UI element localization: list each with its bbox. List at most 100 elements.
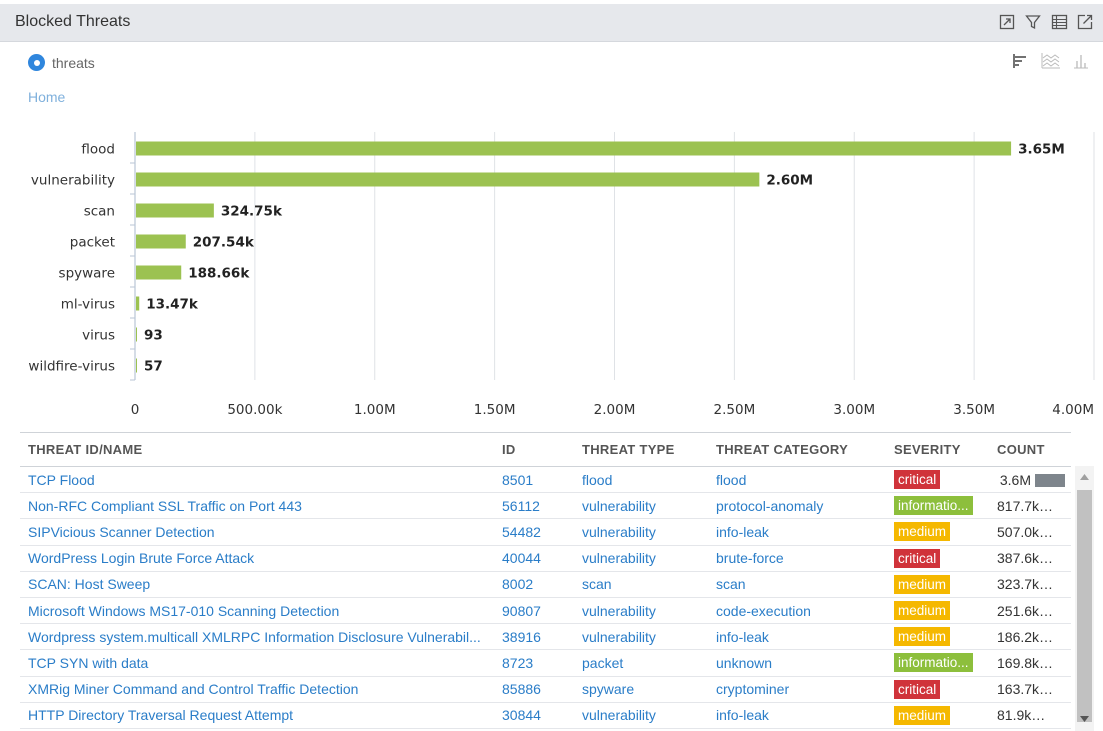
- row-count: 323.7k: [997, 571, 1071, 598]
- value-label: 324.75k: [221, 204, 283, 220]
- severity-badge: medium: [894, 705, 951, 725]
- row-severity: critical: [886, 676, 997, 703]
- value-label: 188.66k: [188, 266, 250, 282]
- row-severity: medium: [886, 518, 997, 546]
- row-name[interactable]: HTTP Directory Traversal Request Attempt: [20, 702, 494, 729]
- bar-wildfire-virus: [136, 358, 137, 373]
- table-row[interactable]: Wordpress system.multicall XMLRPC Inform…: [20, 623, 1071, 651]
- row-category: protocol-anomaly: [708, 492, 886, 520]
- column-chart-icon[interactable]: [1071, 50, 1091, 72]
- severity-badge: critical: [894, 679, 941, 699]
- category-label: flood: [81, 142, 115, 158]
- panel-toolbar: [997, 12, 1095, 32]
- row-id: 8501: [494, 466, 574, 494]
- row-category: scan: [708, 571, 886, 598]
- row-id: 8002: [494, 571, 574, 598]
- row-type: vulnerability: [574, 597, 708, 625]
- row-name[interactable]: Non-RFC Compliant SSL Traffic on Port 44…: [20, 492, 494, 520]
- x-tick-label: 2.00M: [594, 402, 636, 418]
- count-value: 81.9k: [997, 707, 1032, 724]
- row-severity: critical: [886, 545, 997, 572]
- table-row[interactable]: TCP SYN with data 8723 packet unknown inform…: [20, 649, 1071, 677]
- category-label: ml-virus: [61, 297, 115, 313]
- row-severity: medium: [886, 571, 997, 598]
- row-type: spyware: [574, 676, 708, 703]
- category-label: spyware: [59, 266, 115, 282]
- row-category: info-leak: [708, 623, 886, 651]
- table-row[interactable]: WordPress Login Brute Force Attack 40044 v…: [20, 545, 1071, 572]
- expand-icon[interactable]: [997, 12, 1017, 32]
- count-value: 507.0k: [997, 523, 1040, 540]
- row-type: scan: [574, 571, 708, 598]
- severity-badge: critical: [894, 548, 941, 568]
- count-value: 251.6k: [997, 602, 1040, 619]
- row-category: flood: [708, 466, 886, 494]
- row-name[interactable]: XMRig Miner Command and Control Traffic …: [20, 676, 494, 703]
- row-id: 54482: [494, 518, 574, 546]
- table-row[interactable]: SIPVicious Scanner Detection 54482 vulnera…: [20, 518, 1071, 546]
- bar-ml-virus: [136, 296, 140, 311]
- category-label: virus: [82, 328, 115, 344]
- legend-label: threats: [52, 54, 95, 71]
- row-type: vulnerability: [574, 702, 708, 729]
- row-count: 387.6k: [997, 545, 1071, 572]
- value-label: 207.54k: [193, 235, 255, 251]
- bar-chart-horizontal-icon[interactable]: [1011, 50, 1031, 72]
- scrollbar-thumb[interactable]: [1077, 490, 1092, 722]
- row-name[interactable]: WordPress Login Brute Force Attack: [20, 545, 494, 572]
- x-tick-label: 4.00M: [1052, 402, 1094, 418]
- row-name[interactable]: TCP SYN with data: [20, 649, 494, 677]
- row-id: 38916: [494, 623, 574, 651]
- table-header-row: THREAT ID/NAME ID THREAT TYPE THREAT CAT…: [20, 432, 1071, 467]
- legend-radio-icon[interactable]: [28, 54, 45, 71]
- col-header-type[interactable]: THREAT TYPE: [574, 432, 708, 467]
- value-label: 2.60M: [766, 173, 813, 189]
- row-id: 85886: [494, 676, 574, 703]
- scroll-up-icon[interactable]: [1075, 468, 1094, 486]
- table-row[interactable]: HTTP Directory Traversal Request Attempt…: [20, 702, 1071, 729]
- row-type: vulnerability: [574, 518, 708, 546]
- row-type: vulnerability: [574, 623, 708, 651]
- table-row[interactable]: TCP Flood 8501 flood flood critical 3.6M: [20, 466, 1071, 494]
- row-name[interactable]: SIPVicious Scanner Detection: [20, 518, 494, 546]
- col-header-severity[interactable]: SEVERITY: [886, 432, 997, 467]
- filter-icon[interactable]: [1023, 12, 1043, 32]
- severity-badge: medium: [894, 601, 951, 621]
- row-category: unknown: [708, 649, 886, 677]
- table-scrollbar[interactable]: [1075, 466, 1094, 731]
- row-name[interactable]: SCAN: Host Sweep: [20, 571, 494, 598]
- x-tick-label: 3.50M: [953, 402, 995, 418]
- bar-virus: [136, 327, 137, 342]
- table-view-icon[interactable]: [1049, 12, 1069, 32]
- row-type: vulnerability: [574, 492, 708, 520]
- severity-badge: medium: [894, 627, 951, 647]
- col-header-category[interactable]: THREAT CATEGORY: [708, 432, 886, 467]
- row-count: 81.9k: [997, 702, 1071, 729]
- row-severity: informatio...: [886, 649, 997, 677]
- count-value: 169.8k: [997, 654, 1040, 671]
- row-name[interactable]: TCP Flood: [20, 466, 494, 494]
- category-label: packet: [70, 235, 115, 251]
- table-row[interactable]: XMRig Miner Command and Control Traffic …: [20, 676, 1071, 703]
- table-row[interactable]: SCAN: Host Sweep 8002 scan scan medium 323.7k: [20, 571, 1071, 598]
- col-header-name[interactable]: THREAT ID/NAME: [20, 432, 494, 467]
- breadcrumb-home[interactable]: Home: [28, 89, 65, 105]
- export-icon[interactable]: [1075, 12, 1095, 32]
- table-row[interactable]: Non-RFC Compliant SSL Traffic on Port 44…: [20, 492, 1071, 520]
- count-value: 186.2k: [997, 628, 1040, 645]
- col-header-count[interactable]: COUNT: [997, 432, 1071, 467]
- x-tick-label: 3.00M: [833, 402, 875, 418]
- row-id: 30844: [494, 702, 574, 729]
- x-tick-label: 500.00k: [227, 402, 282, 418]
- count-value: 163.7k: [997, 681, 1040, 698]
- row-name[interactable]: Wordpress system.multicall XMLRPC Inform…: [20, 623, 494, 651]
- chart-legend[interactable]: threats: [28, 54, 95, 71]
- row-name[interactable]: Microsoft Windows MS17-010 Scanning Dete…: [20, 597, 494, 625]
- col-header-id[interactable]: ID: [494, 432, 574, 467]
- panel-header: Blocked Threats: [0, 0, 1103, 42]
- threats-table: THREAT ID/NAME ID THREAT TYPE THREAT CAT…: [20, 432, 1095, 731]
- area-chart-icon[interactable]: [1041, 50, 1061, 72]
- table-row[interactable]: Microsoft Windows MS17-010 Scanning Dete…: [20, 597, 1071, 625]
- scroll-down-icon[interactable]: [1075, 710, 1094, 728]
- row-id: 40044: [494, 545, 574, 572]
